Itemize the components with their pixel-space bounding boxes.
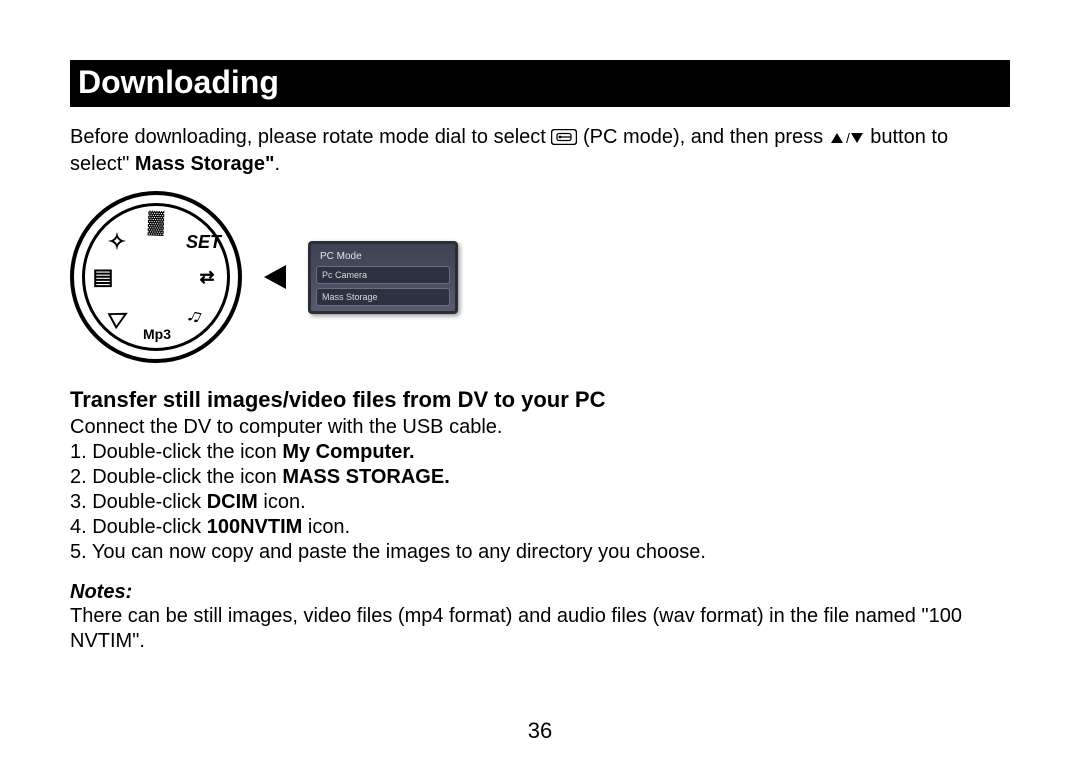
dial-icon-set: SET <box>186 229 212 255</box>
page-title: Downloading <box>70 60 1010 107</box>
page-number: 36 <box>528 718 552 744</box>
intro-seg1: Before downloading, please rotate mode d… <box>70 126 551 148</box>
step4-pre: 4. Double-click <box>70 516 207 538</box>
lcd-screenshot: PC Mode Pc Camera Mass Storage <box>308 241 458 314</box>
intro-paragraph: Before downloading, please rotate mode d… <box>70 125 1010 177</box>
step-2: 2. Double-click the icon MASS STORAGE. <box>70 465 1010 490</box>
step-5: 5. You can now copy and paste the images… <box>70 540 1010 565</box>
step4-post: icon. <box>302 516 350 538</box>
step2-pre: 2. Double-click the icon <box>70 466 282 488</box>
step3-post: icon. <box>258 491 306 513</box>
step-1: 1. Double-click the icon My Computer. <box>70 440 1010 465</box>
step1-pre: 1. Double-click the icon <box>70 441 282 463</box>
dial-icon-top: ▓ <box>143 209 170 236</box>
notes-heading: Notes: <box>70 581 1010 604</box>
manual-page: Downloading Before downloading, please r… <box>0 0 1080 766</box>
notes-body: There can be still images, video files (… <box>70 604 1010 654</box>
figure-row: ▓ ✧ SET ▤ ⇄ ▷ ♫ Mp3 PC Mode Pc Camera Ma… <box>70 191 1010 363</box>
dial-icon-left: ▤ <box>90 264 116 290</box>
step1-bold: My Computer. <box>282 441 414 463</box>
lcd-title: PC Mode <box>316 249 450 266</box>
lcd-row-pccamera: Pc Camera <box>316 266 450 284</box>
dial-icon-tl: ✧ <box>104 229 130 255</box>
step3-pre: 3. Double-click <box>70 491 207 513</box>
step3-bold: DCIM <box>207 491 258 513</box>
step-4: 4. Double-click 100NVTIM icon. <box>70 515 1010 540</box>
step2-bold: MASS STORAGE. <box>282 466 449 488</box>
steps-intro: Connect the DV to computer with the USB … <box>70 415 1010 440</box>
intro-trailing: . <box>274 153 280 175</box>
step-3: 3. Double-click DCIM icon. <box>70 490 1010 515</box>
pointer-triangle-icon <box>264 265 286 289</box>
intro-mass-storage: Mass Storage" <box>135 153 275 175</box>
usb-icon <box>551 127 577 152</box>
step4-bold: 100NVTIM <box>207 516 303 538</box>
subheading-transfer: Transfer still images/video files from D… <box>70 387 1010 413</box>
lcd-row-massstorage: Mass Storage <box>316 288 450 306</box>
dial-icon-mp3: Mp3 <box>143 321 169 347</box>
steps-block: Connect the DV to computer with the USB … <box>70 415 1010 565</box>
mode-dial-illustration: ▓ ✧ SET ▤ ⇄ ▷ ♫ Mp3 <box>70 191 242 363</box>
intro-pcmode-label: (PC mode), and then press <box>583 126 829 148</box>
up-down-arrow-icon: / <box>829 127 865 152</box>
dial-icon-usb: ⇄ <box>194 264 220 290</box>
svg-text:/: / <box>846 131 850 145</box>
